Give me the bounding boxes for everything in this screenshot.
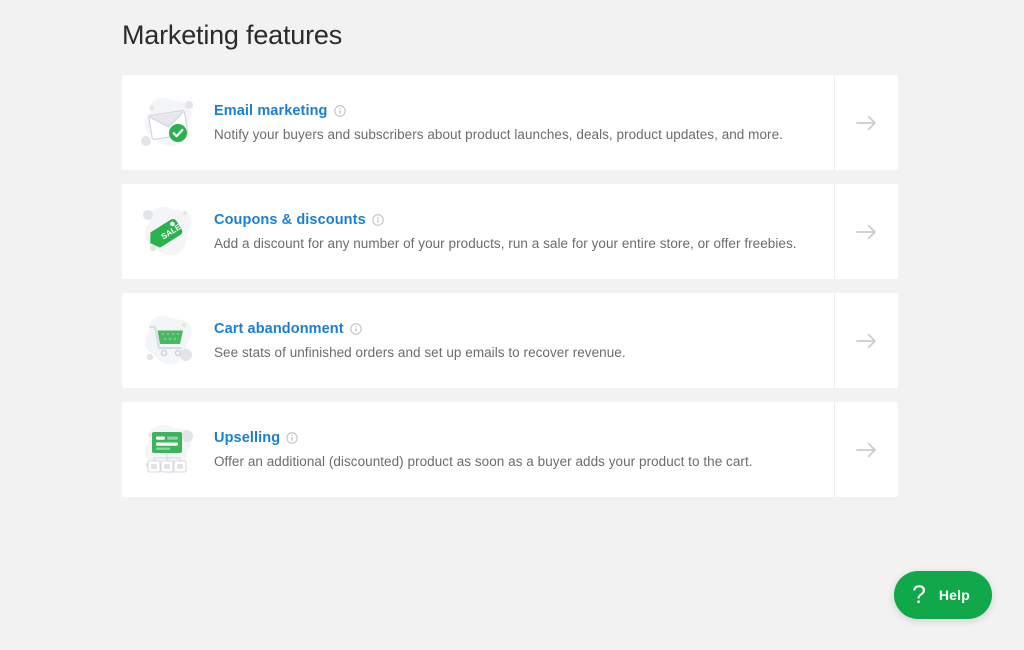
feature-description: Add a discount for any number of your pr… xyxy=(214,235,818,253)
feature-icon-container xyxy=(122,402,214,497)
arrow-right-icon xyxy=(855,223,879,241)
feature-title-row: Upselling xyxy=(214,429,818,447)
feature-card-email-marketing[interactable]: Email marketing Notify your buyers and s… xyxy=(122,75,898,170)
feature-text-container: Upselling Offer an additional (discounte… xyxy=(214,402,834,497)
page-title: Marketing features xyxy=(122,18,342,52)
arrow-right-icon xyxy=(855,332,879,350)
feature-arrow-button[interactable] xyxy=(834,402,898,497)
feature-title-link[interactable]: Cart abandonment xyxy=(214,320,344,338)
question-mark-icon: ? xyxy=(912,583,926,608)
feature-icon-container xyxy=(122,75,214,170)
feature-title-link[interactable]: Email marketing xyxy=(214,102,328,120)
feature-title-row: Cart abandonment xyxy=(214,320,818,338)
feature-text-container: Email marketing Notify your buyers and s… xyxy=(214,75,834,170)
help-button-label: Help xyxy=(939,587,970,603)
envelope-check-icon xyxy=(136,92,200,154)
feature-arrow-button[interactable] xyxy=(834,75,898,170)
feature-arrow-button[interactable] xyxy=(834,184,898,279)
feature-card-coupons-discounts[interactable]: SALE Coupons & discounts xyxy=(122,184,898,279)
feature-card-list: Email marketing Notify your buyers and s… xyxy=(122,75,898,511)
shopping-cart-icon xyxy=(136,310,200,372)
sale-tag-icon: SALE xyxy=(136,201,200,263)
info-icon[interactable] xyxy=(350,323,362,335)
feature-icon-container: SALE xyxy=(122,184,214,279)
upsell-products-icon xyxy=(136,419,200,481)
feature-title-link[interactable]: Upselling xyxy=(214,429,280,447)
help-widget-button[interactable]: ? Help xyxy=(894,571,992,619)
feature-title-row: Coupons & discounts xyxy=(214,211,818,229)
info-icon[interactable] xyxy=(372,214,384,226)
info-icon[interactable] xyxy=(334,105,346,117)
feature-card-cart-abandonment[interactable]: Cart abandonment See stats of unfinished… xyxy=(122,293,898,388)
feature-text-container: Cart abandonment See stats of unfinished… xyxy=(214,293,834,388)
feature-icon-container xyxy=(122,293,214,388)
arrow-right-icon xyxy=(855,441,879,459)
feature-description: Offer an additional (discounted) product… xyxy=(214,453,818,471)
feature-card-upselling[interactable]: Upselling Offer an additional (discounte… xyxy=(122,402,898,497)
feature-title-row: Email marketing xyxy=(214,102,818,120)
feature-description: Notify your buyers and subscribers about… xyxy=(214,126,818,144)
feature-description: See stats of unfinished orders and set u… xyxy=(214,344,818,362)
feature-text-container: Coupons & discounts Add a discount for a… xyxy=(214,184,834,279)
arrow-right-icon xyxy=(855,114,879,132)
feature-arrow-button[interactable] xyxy=(834,293,898,388)
marketing-features-page: Marketing features xyxy=(0,0,1024,650)
info-icon[interactable] xyxy=(286,432,298,444)
feature-title-link[interactable]: Coupons & discounts xyxy=(214,211,366,229)
